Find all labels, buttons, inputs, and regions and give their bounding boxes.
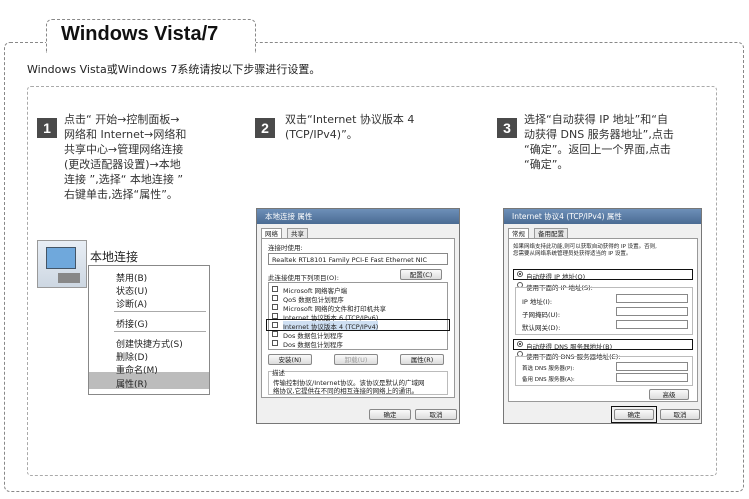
uninstall-button[interactable]: 卸载(U) — [334, 354, 378, 365]
default-gateway-field[interactable] — [616, 320, 688, 329]
menu-item-properties[interactable]: 属性(R) — [116, 377, 147, 390]
default-gateway-label: 默认网关(D): — [522, 324, 561, 332]
preferred-dns-field[interactable] — [616, 362, 688, 371]
step-2-text: 双击“Internet 协议版本 4 (TCP/IPv4)”。 — [285, 112, 414, 142]
step-2-line: (TCP/IPv4)”。 — [285, 128, 358, 141]
subnet-mask-label: 子网掩码(U): — [522, 311, 561, 319]
menu-item-rename[interactable]: 重命名(M) — [116, 363, 158, 376]
page-title: Windows Vista/7 — [61, 23, 219, 45]
item-checkbox[interactable] — [272, 286, 278, 292]
ok-button[interactable]: 确定 — [369, 409, 411, 420]
dialog-title: Internet 协议4 (TCP/IPv4) 属性 — [504, 209, 701, 224]
ipv4-properties-dialog: Internet 协议4 (TCP/IPv4) 属性 常规 备用配置 如果网络支… — [503, 208, 702, 424]
description-title: 描述 — [272, 367, 285, 377]
step-1-line: 共享中心→管理网络连接 — [64, 143, 184, 156]
dialog-title: 本地连接 属性 — [257, 209, 459, 224]
step-1-line: 连接 ”,选择“ 本地连接 ” — [64, 173, 184, 186]
menu-item-status[interactable]: 状态(U) — [116, 284, 148, 297]
ok-highlight-box — [611, 406, 657, 423]
properties-button[interactable]: 属性(R) — [400, 354, 444, 365]
auto-dns-radio[interactable] — [517, 341, 523, 347]
menu-item-delete[interactable]: 删除(D) — [116, 350, 148, 363]
step-2-line: 双击“Internet 协议版本 4 — [285, 113, 415, 126]
auto-ip-label[interactable]: 自动获得 IP 地址(O) — [526, 271, 585, 281]
connection-label: 本地连接 — [90, 250, 139, 264]
title-tab: Windows Vista/7 — [46, 19, 256, 53]
menu-item-diagnose[interactable]: 诊断(A) — [116, 297, 147, 310]
general-description-line: 您需要从网络系统管理员处获得适当的 IP 设置。 — [513, 251, 632, 257]
context-menu: 禁用(B) 状态(U) 诊断(A) 桥接(G) 创建快捷方式(S) 删除(D) … — [88, 265, 210, 395]
auto-ip-radio[interactable] — [517, 271, 523, 277]
menu-separator — [114, 311, 206, 312]
preferred-dns-label: 首选 DNS 服务器(P): — [522, 366, 575, 372]
cancel-button[interactable]: 取消 — [660, 409, 700, 420]
step-3-text: 选择“自动获得 IP 地址”和“自 动获得 DNS 服务器地址”,点击 “确定”… — [524, 112, 674, 172]
step-1-number: 1 — [37, 118, 57, 138]
adapter-field: Realtek RTL8101 Family PCI-E Fast Ethern… — [268, 253, 448, 265]
item-checkbox[interactable] — [272, 304, 278, 310]
step-1-line: (更改适配器设置)→本地 — [64, 158, 181, 171]
step-3-line: “确定”。返回上一个界面,点击 — [524, 143, 671, 156]
adapter-name: Realtek RTL8101 Family PCI-E Fast Ethern… — [272, 256, 428, 264]
item-checkbox[interactable] — [272, 331, 278, 337]
step-1-line: 网络和 Internet→网络和 — [64, 128, 187, 141]
step-3-line: “确定”。 — [524, 158, 569, 171]
subnet-mask-field[interactable] — [616, 307, 688, 316]
alternate-dns-field[interactable] — [616, 373, 688, 382]
step-2-number: 2 — [255, 118, 275, 138]
ip-address-field[interactable] — [616, 294, 688, 303]
configure-button[interactable]: 配置(C) — [400, 269, 442, 280]
manual-ip-group: IP 地址(I): 子网掩码(U): 默认网关(D): — [515, 287, 693, 335]
network-panel: 连接时使用: Realtek RTL8101 Family PCI-E Fast… — [261, 238, 455, 398]
items-label: 此连接使用下列项目(O): — [268, 274, 339, 282]
auto-dns-label[interactable]: 自动获得 DNS 服务器地址(B) — [526, 341, 612, 351]
alternate-dns-label: 备用 DNS 服务器(A): — [522, 377, 575, 383]
items-list: Microsoft 网络客户端 QoS 数据包计划程序 Microsoft 网络… — [268, 282, 448, 350]
step-1-line: 右键单击,选择“属性”。 — [64, 188, 178, 201]
menu-item-create-shortcut[interactable]: 创建快捷方式(S) — [116, 337, 183, 350]
cancel-button[interactable]: 取消 — [415, 409, 457, 420]
menu-item-disable[interactable]: 禁用(B) — [116, 271, 147, 284]
step-3-line: 动获得 DNS 服务器地址”,点击 — [524, 128, 674, 141]
connect-using-label: 连接时使用: — [268, 244, 303, 252]
item-checkbox[interactable] — [272, 340, 278, 346]
ip-address-label: IP 地址(I): — [522, 298, 553, 306]
install-button[interactable]: 安装(N) — [268, 354, 312, 365]
local-connection-properties-dialog: 本地连接 属性 网络 共享 连接时使用: Realtek RTL8101 Fam… — [256, 208, 460, 424]
description-line: 络协议,它提供在不同的相互连接的网络上的通讯。 — [273, 387, 419, 395]
manual-dns-group: 首选 DNS 服务器(P): 备用 DNS 服务器(A): — [515, 356, 693, 386]
step-1-line: 点击“ 开始→控制面板→ — [64, 113, 180, 126]
general-panel: 如果网络支持此功能,则可以获取自动获得的 IP 设置。否则, 您需要从网络系统管… — [508, 238, 698, 402]
description-group: 描述 传输控制协议/Internet协议。该协议是默认的广域网 络协议,它提供在… — [268, 367, 448, 395]
menu-separator — [114, 331, 206, 332]
item-checkbox[interactable] — [272, 295, 278, 301]
step-3-line: 选择“自动获得 IP 地址”和“自 — [524, 113, 668, 126]
step-1-text: 点击“ 开始→控制面板→ 网络和 Internet→网络和 共享中心→管理网络连… — [64, 112, 186, 202]
menu-item-bridge[interactable]: 桥接(G) — [116, 317, 148, 330]
network-connection-icon[interactable] — [37, 240, 87, 288]
ipv4-highlight-box — [266, 319, 450, 331]
advanced-button[interactable]: 高级 — [649, 389, 689, 400]
step-3-number: 3 — [497, 118, 517, 138]
list-item[interactable]: Dos 数据包计划程序 — [283, 339, 343, 349]
intro-text: Windows Vista或Windows 7系统请按以下步骤进行设置。 — [27, 63, 321, 76]
